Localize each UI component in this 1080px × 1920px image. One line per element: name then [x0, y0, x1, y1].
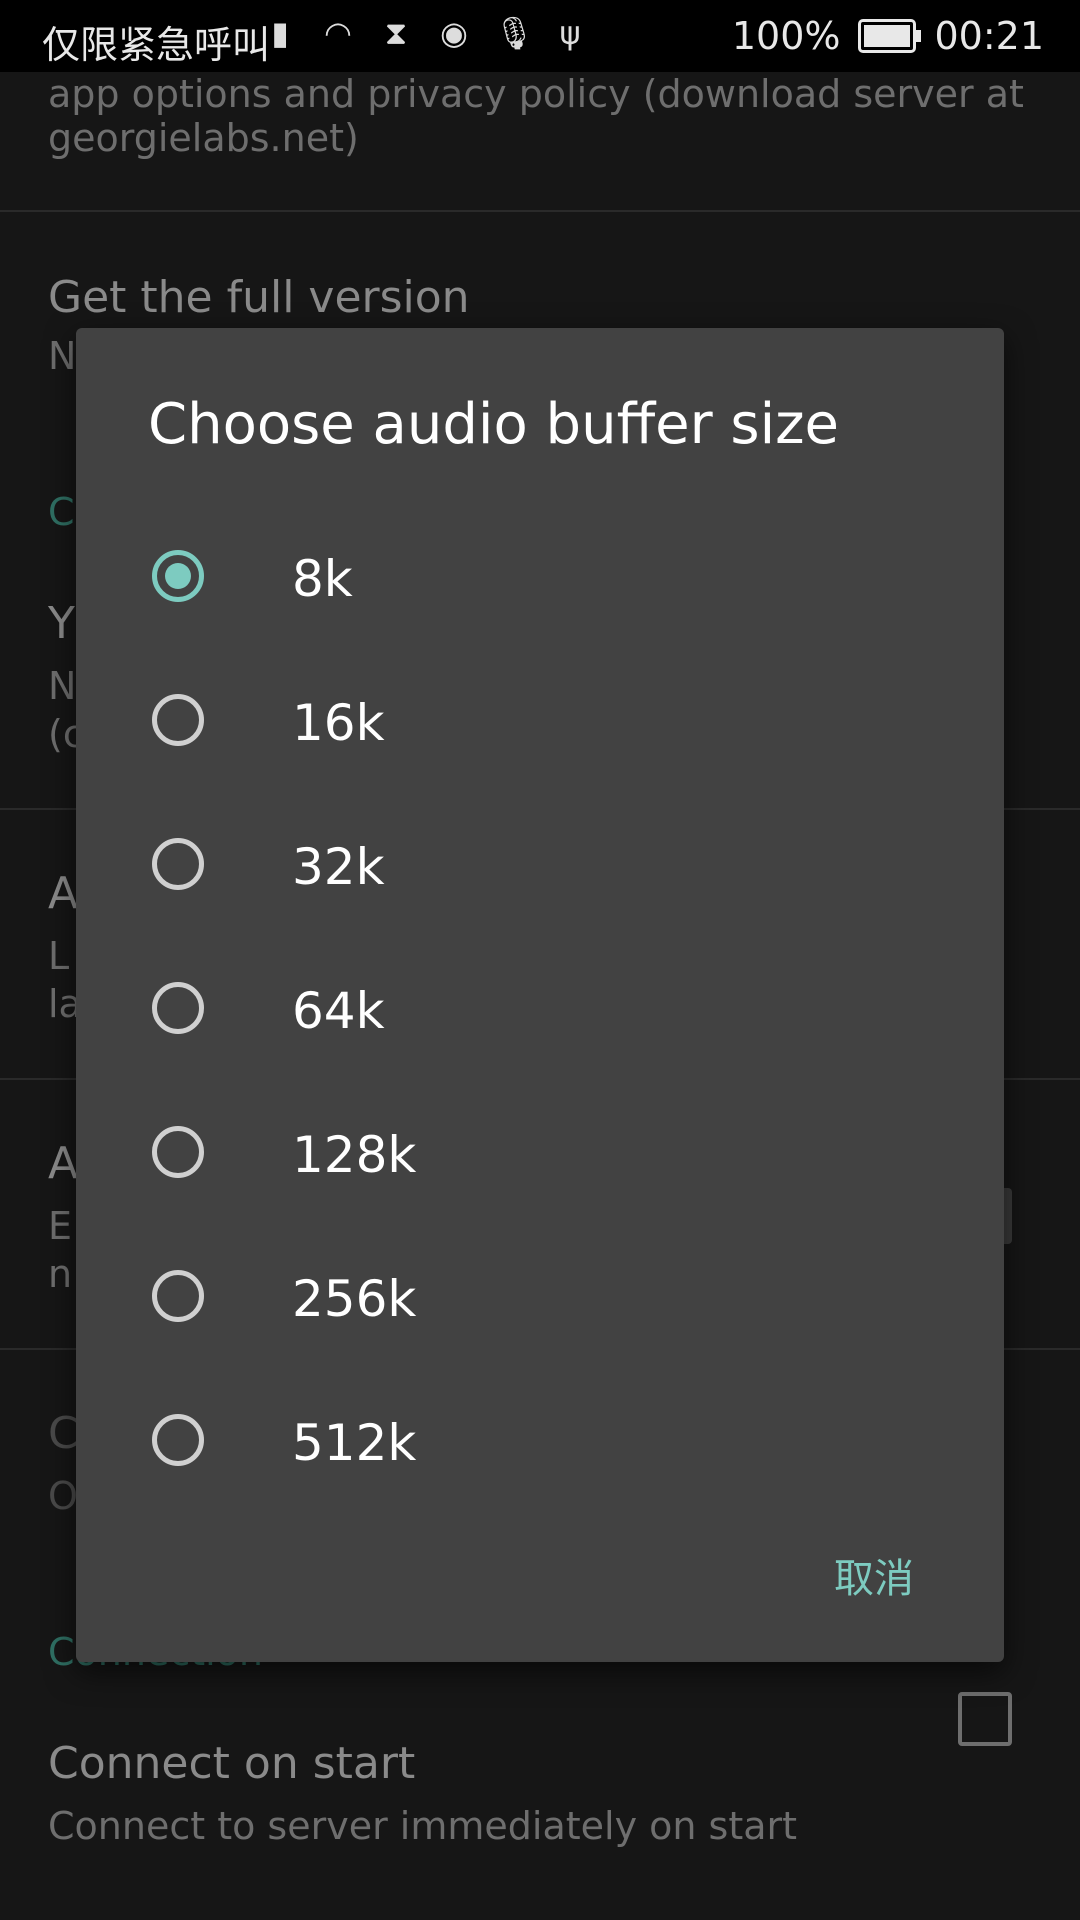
radio-button[interactable] [152, 1270, 204, 1322]
dialog-title: Choose audio buffer size [148, 392, 840, 457]
option-512k[interactable]: 512k [76, 1376, 1004, 1520]
option-256k[interactable]: 256k [76, 1232, 1004, 1376]
option-128k[interactable]: 128k [76, 1088, 1004, 1232]
radio-button[interactable] [152, 1126, 204, 1178]
radio-button-selected[interactable] [152, 550, 204, 602]
radio-button[interactable] [152, 982, 204, 1034]
option-16k[interactable]: 16k [76, 656, 1004, 800]
option-8k[interactable]: 8k [76, 512, 1004, 656]
option-label: 64k [292, 982, 385, 1040]
option-32k[interactable]: 32k [76, 800, 1004, 944]
option-label: 8k [292, 550, 353, 608]
radio-button[interactable] [152, 838, 204, 890]
radio-button[interactable] [152, 694, 204, 746]
cancel-button[interactable]: 取消 [834, 1546, 914, 1604]
option-label: 128k [292, 1126, 417, 1184]
option-64k[interactable]: 64k [76, 944, 1004, 1088]
option-label: 512k [292, 1414, 417, 1472]
option-label: 16k [292, 694, 385, 752]
buffer-size-dialog: Choose audio buffer size 8k 16k 32k 64k … [76, 328, 1004, 1662]
option-label: 32k [292, 838, 385, 896]
radio-button[interactable] [152, 1414, 204, 1466]
option-label: 256k [292, 1270, 417, 1328]
